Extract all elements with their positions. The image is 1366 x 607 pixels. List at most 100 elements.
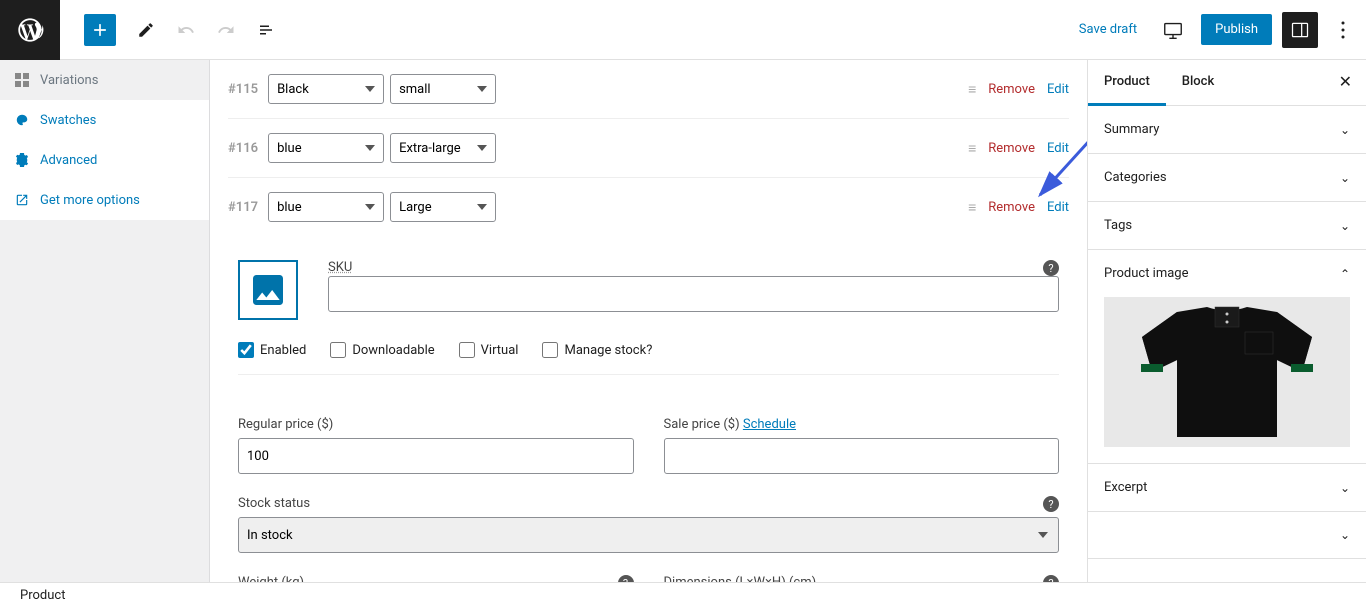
undo-button[interactable] [168,12,204,48]
sku-label: SKU [328,260,352,276]
preview-button[interactable] [1155,12,1191,48]
sidebar-item-label: Advanced [40,153,97,168]
edit-variation-link[interactable]: Edit [1047,141,1069,156]
sidebar-item-label: Swatches [40,113,96,128]
tools-button[interactable] [128,12,164,48]
sidebar-toggle-button[interactable] [1282,12,1318,48]
sidebar-item-advanced[interactable]: Advanced [0,140,209,180]
product-image-thumbnail[interactable] [1104,297,1350,447]
sku-input[interactable] [328,276,1059,312]
edit-variation-link[interactable]: Edit [1047,82,1069,97]
variation-image-upload[interactable] [238,260,298,320]
topbar-right: Save draft Publish [1071,12,1366,48]
enabled-checkbox[interactable]: Enabled [238,342,306,358]
gear-icon [14,152,30,168]
attribute-1-select[interactable]: blue [268,133,384,163]
panel-excerpt[interactable]: Excerpt⌄ [1088,464,1366,512]
undo-icon [177,21,195,39]
panel-summary[interactable]: Summary⌄ [1088,106,1366,154]
remove-variation-link[interactable]: Remove [988,200,1035,215]
chevron-up-icon: ⌃ [1340,267,1350,281]
sidebar-icon [1290,20,1310,40]
chevron-down-icon: ⌄ [1340,481,1350,495]
desktop-icon [1162,19,1184,41]
remove-variation-link[interactable]: Remove [988,82,1035,97]
settings-sidebar: Product Block ✕ Summary⌄ Categories⌄ Tag… [1087,60,1366,582]
chevron-down-icon: ⌄ [1340,123,1350,137]
variation-id: #115 [228,82,258,97]
panel-categories[interactable]: Categories⌄ [1088,154,1366,202]
attribute-1-select[interactable]: Black [268,74,384,104]
grid-icon [14,72,30,88]
image-placeholder-icon [248,270,288,310]
main-area: Variations Swatches Advanced Get more op… [0,60,1366,582]
sidebar-item-variations[interactable]: Variations [0,60,209,100]
save-draft-button[interactable]: Save draft [1071,14,1145,45]
help-icon[interactable]: ? [618,575,634,582]
variation-id: #117 [228,200,258,215]
row-actions: ≡ Remove Edit [968,199,1069,216]
stock-status-label: Stock status [238,496,1059,512]
attribute-2-select[interactable]: Large [390,192,496,222]
shirt-image [1127,302,1327,442]
drag-handle-icon[interactable]: ≡ [968,199,976,216]
sidebar-tabs: Product Block ✕ [1088,60,1366,106]
variation-row: #115 Black small ≡ Remove Edit [228,60,1069,119]
document-outline-button[interactable] [248,12,284,48]
options-button[interactable] [1328,12,1358,48]
virtual-checkbox[interactable]: Virtual [459,342,519,358]
chevron-down-icon: ⌄ [1340,528,1350,542]
chevron-down-icon: ⌄ [1340,171,1350,185]
pencil-icon [137,21,155,39]
wordpress-logo[interactable] [0,0,60,60]
variations-content: #115 Black small ≡ Remove Edit #116 blue… [210,60,1087,582]
chevron-down-icon: ⌄ [1340,219,1350,233]
add-block-button[interactable] [84,14,116,46]
manage-stock-checkbox[interactable]: Manage stock? [542,342,652,358]
attribute-1-select[interactable]: blue [268,192,384,222]
external-link-icon [14,192,30,208]
variation-flags: Enabled Downloadable Virtual Manage stoc… [238,342,1059,375]
help-icon[interactable]: ? [1043,260,1059,276]
close-sidebar-button[interactable]: ✕ [1325,60,1366,105]
tab-block[interactable]: Block [1166,60,1230,105]
edit-variation-link[interactable]: Edit [1047,200,1069,215]
list-icon [257,21,275,39]
downloadable-checkbox[interactable]: Downloadable [330,342,434,358]
schedule-link[interactable]: Schedule [743,417,796,432]
drag-handle-icon[interactable]: ≡ [968,140,976,157]
topbar-left [0,0,284,59]
panel-collapsed[interactable]: ⌄ [1088,512,1366,559]
variation-row: #116 blue Extra-large ≡ Remove Edit [228,119,1069,178]
help-icon[interactable]: ? [1043,496,1059,512]
editor-topbar: Save draft Publish [0,0,1366,60]
regular-price-label: Regular price ($) [238,417,634,433]
variation-detail-panel: ? SKU Enabled Downloadable Virtual Manag… [228,236,1069,582]
sale-price-input[interactable] [664,438,1060,474]
product-data-sidebar: Variations Swatches Advanced Get more op… [0,60,210,582]
sidebar-item-label: Variations [40,73,98,88]
variation-id: #116 [228,141,258,156]
sidebar-item-swatches[interactable]: Swatches [0,100,209,140]
breadcrumb[interactable]: Product [20,588,65,603]
variation-row[interactable]: #117 blue Large ≡ Remove Edit [228,178,1069,236]
attribute-2-select[interactable]: Extra-large [390,133,496,163]
redo-button[interactable] [208,12,244,48]
stock-status-select[interactable]: In stock [238,517,1059,553]
regular-price-input[interactable] [238,438,634,474]
sidebar-item-label: Get more options [40,193,140,208]
drag-handle-icon[interactable]: ≡ [968,81,976,98]
panel-tags[interactable]: Tags⌄ [1088,202,1366,250]
remove-variation-link[interactable]: Remove [988,141,1035,156]
sidebar-item-get-more-options[interactable]: Get more options [0,180,209,220]
attribute-2-select[interactable]: small [390,74,496,104]
redo-icon [217,21,235,39]
row-actions: ≡ Remove Edit [968,81,1069,98]
plus-icon [90,20,110,40]
row-actions: ≡ Remove Edit [968,140,1069,157]
publish-button[interactable]: Publish [1201,14,1272,45]
weight-label: Weight (kg) [238,575,634,582]
dimensions-label: Dimensions (L×W×H) (cm) [664,575,1060,582]
tab-product[interactable]: Product [1088,60,1166,106]
wordpress-icon [16,16,44,44]
